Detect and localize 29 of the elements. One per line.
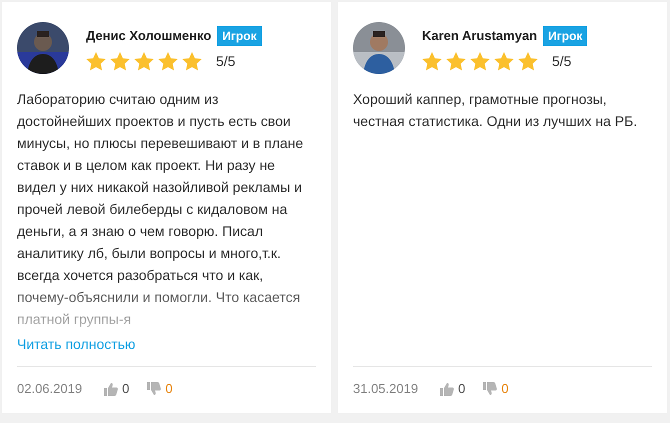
role-badge: Игрок <box>543 26 588 46</box>
read-more-link[interactable]: Читать полностью <box>17 336 316 354</box>
rating-score: 5/5 <box>216 53 236 69</box>
review-text: Хороший каппер, грамотные прогнозы, честная статистика. Одни из лучших на РБ. <box>353 90 638 131</box>
rating-score: 5/5 <box>552 53 572 69</box>
review-date: 31.05.2019 <box>353 381 418 396</box>
review-date: 02.06.2019 <box>17 381 82 396</box>
star-icon <box>518 52 538 70</box>
dislike-count: 0 <box>501 381 509 396</box>
star-icon <box>158 52 178 70</box>
dislike-count: 0 <box>165 381 173 396</box>
thumbs-up-icon[interactable] <box>104 382 118 396</box>
star-icon <box>494 52 514 70</box>
role-badge: Игрок <box>217 26 262 46</box>
star-icon <box>470 52 490 70</box>
thumbs-down-icon[interactable] <box>147 382 162 396</box>
star-icon <box>110 52 130 70</box>
author-name: Karen Arustamyan <box>422 28 538 43</box>
star-icon <box>422 52 442 70</box>
thumbs-down-icon[interactable] <box>483 382 498 396</box>
like-count: 0 <box>458 381 466 396</box>
star-icon <box>86 52 106 70</box>
thumbs-up-icon[interactable] <box>440 382 454 396</box>
star-icon <box>182 52 202 70</box>
author-name: Денис Холошменко <box>86 28 212 43</box>
review-text: Лабораторию считаю одним из достойнейших проектов и пусть есть свои минусы, но плюсы перевешивают и в плане ставок и в целом как проект. Ни разу не видел у них никакой назойливой рекламы и прочей левой билеберды с кидаловом на деньги, а я знаю о чем говорю. Писал аналитику лб, были вопросы и много,т.к. всегда хочется разобраться что и как, почему-объяснили и помогли. Что касается платной группы-я <box>17 90 304 329</box>
like-count: 0 <box>122 381 130 396</box>
star-icon <box>446 52 466 70</box>
star-icon <box>134 52 154 70</box>
